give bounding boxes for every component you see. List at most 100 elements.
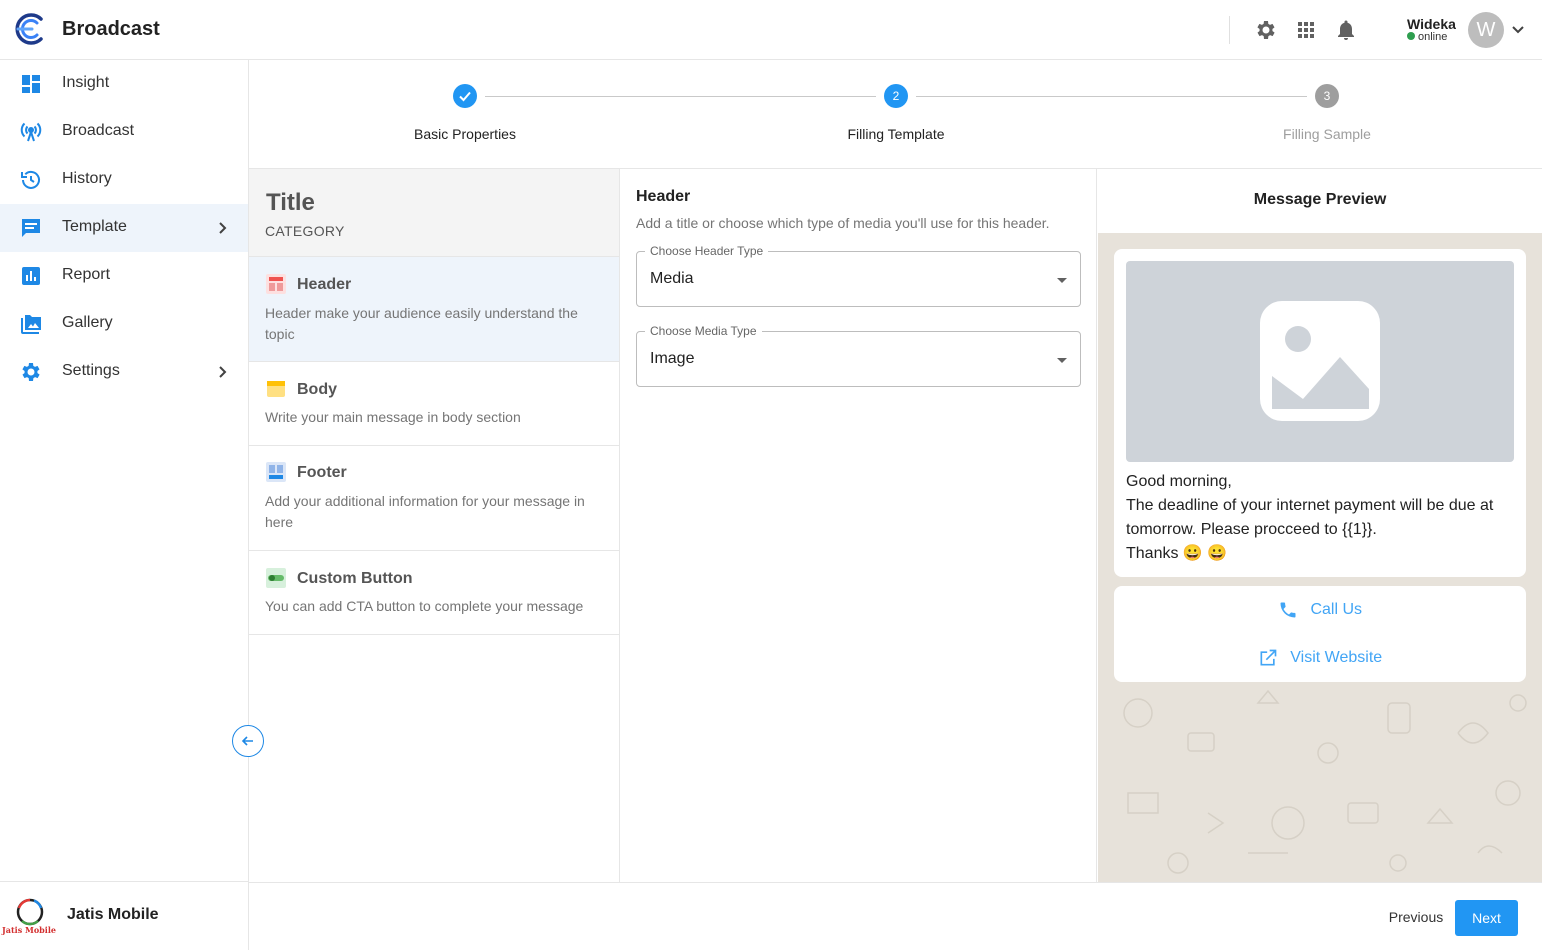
preview-header: Message Preview	[1098, 169, 1542, 233]
form-description: Add a title or choose which type of medi…	[636, 215, 1050, 231]
sidebar-item-gallery[interactable]: Gallery	[0, 300, 248, 348]
message-bubble: Good morning, The deadline of your inter…	[1114, 249, 1526, 577]
step-2-circle: 2	[884, 84, 908, 108]
sidebar-item-broadcast[interactable]: Broadcast	[0, 108, 248, 156]
sidebar-item-label: Settings	[62, 362, 120, 379]
message-line: The deadline of your internet payment wi…	[1126, 497, 1494, 538]
header-type-select[interactable]: Choose Header Type Media	[636, 244, 1081, 307]
header-layout-icon	[266, 274, 286, 294]
step-connector	[916, 96, 1307, 97]
sidebar-item-label: Gallery	[62, 314, 113, 331]
chevron-down-icon[interactable]	[1510, 21, 1526, 37]
avatar[interactable]: W	[1468, 12, 1504, 48]
step-2-label: Filling Template	[847, 126, 945, 142]
media-type-select[interactable]: Choose Media Type Image	[636, 324, 1081, 387]
sidebar: Insight Broadcast History Template Repor…	[0, 60, 249, 950]
company-name: Jatis Mobile	[67, 906, 159, 923]
category-title: Title	[266, 189, 315, 216]
form-title: Header	[636, 188, 691, 205]
message-text: Good morning, The deadline of your inter…	[1126, 470, 1514, 566]
call-us-label: Call Us	[1310, 601, 1362, 618]
dropdown-arrow-icon	[1057, 278, 1067, 283]
body-note-icon	[267, 381, 285, 397]
top-bar: Broadcast Wideka online W	[0, 0, 1542, 60]
header-type-value: Media	[650, 270, 694, 287]
category-name: Custom Button	[297, 570, 413, 587]
form-panel: Header Add a title or choose which type …	[620, 169, 1097, 882]
category-item-body[interactable]: Body Write your main message in body sec…	[249, 362, 619, 446]
category-name: Body	[297, 381, 337, 398]
category-description: Write your main message in body section	[265, 409, 521, 425]
sidebar-item-label: History	[62, 170, 112, 187]
chevron-right-icon	[219, 366, 227, 378]
top-divider	[1229, 16, 1230, 44]
online-status-dot	[1407, 32, 1415, 40]
dashboard-icon	[22, 75, 40, 93]
jatis-logo-text: Jatis Mobile	[2, 925, 56, 935]
preview-title: Message Preview	[1253, 191, 1387, 208]
media-type-label: Choose Media Type	[645, 324, 762, 338]
category-description: Add your additional information for your…	[265, 493, 585, 530]
step-3-circle: 3	[1315, 84, 1339, 108]
category-item-footer[interactable]: Footer Add your additional information f…	[249, 446, 619, 551]
toggle-button-icon	[266, 568, 286, 588]
category-name: Header	[297, 276, 352, 293]
collapse-sidebar-button[interactable]	[232, 725, 264, 757]
check-icon	[459, 91, 471, 102]
sidebar-item-settings[interactable]: Settings	[0, 348, 248, 396]
header-type-label: Choose Header Type	[645, 244, 769, 258]
report-icon	[22, 267, 40, 285]
image-icon	[1260, 301, 1380, 421]
message-line: Good morning,	[1126, 473, 1232, 490]
user-status: online	[1407, 31, 1447, 43]
media-type-value: Image	[650, 350, 695, 367]
category-description: Header make your audience easily underst…	[265, 305, 578, 342]
external-link-icon	[1260, 649, 1277, 666]
step-1-label: Basic Properties	[414, 126, 516, 142]
step-1-circle	[453, 84, 477, 108]
message-line: Thanks 😀 😀	[1126, 545, 1228, 562]
bottom-action-bar: Previous Next	[249, 882, 1542, 950]
template-icon	[22, 219, 40, 237]
image-placeholder	[1126, 261, 1514, 462]
sidebar-footer: Jatis Mobile Jatis Mobile	[0, 881, 248, 950]
step-3-label: Filling Sample	[1283, 126, 1371, 142]
category-header: Title CATEGORY	[249, 169, 619, 257]
chevron-right-icon	[219, 222, 227, 234]
apps-grid-icon[interactable]	[1294, 18, 1318, 42]
sidebar-item-insight[interactable]: Insight	[0, 60, 248, 108]
previous-button[interactable]: Previous	[1371, 901, 1461, 933]
user-name: Wideka	[1407, 16, 1456, 32]
gear-icon[interactable]	[1254, 18, 1278, 42]
cta-buttons-card: Call Us Visit Website	[1114, 586, 1526, 682]
sidebar-item-template[interactable]: Template	[0, 204, 248, 252]
footer-layout-icon	[266, 462, 286, 482]
arrow-left-icon	[241, 736, 253, 746]
step-connector	[485, 96, 876, 97]
phone-icon	[1280, 602, 1296, 618]
bell-icon[interactable]	[1334, 18, 1358, 42]
next-button[interactable]: Next	[1455, 900, 1518, 936]
broadcast-icon	[20, 122, 42, 142]
category-item-header[interactable]: Header Header make your audience easily …	[249, 257, 619, 362]
call-us-button[interactable]: Call Us	[1114, 586, 1526, 634]
broadcast-logo-icon	[15, 13, 43, 45]
sidebar-item-label: Template	[62, 218, 127, 235]
chat-background: Good morning, The deadline of your inter…	[1098, 233, 1542, 882]
category-subtitle: CATEGORY	[265, 223, 345, 239]
visit-website-label: Visit Website	[1290, 649, 1383, 666]
preview-panel: Message Preview Good morning, The deadli…	[1098, 169, 1542, 882]
gallery-icon	[21, 315, 41, 334]
visit-website-button[interactable]: Visit Website	[1114, 634, 1526, 682]
sidebar-item-label: Broadcast	[62, 122, 135, 139]
sidebar-item-history[interactable]: History	[0, 156, 248, 204]
history-icon	[21, 170, 40, 189]
settings-icon	[22, 363, 40, 381]
sidebar-item-label: Report	[62, 266, 111, 283]
app-title: Broadcast	[62, 18, 160, 40]
sidebar-item-report[interactable]: Report	[0, 252, 248, 300]
category-panel: Title CATEGORY Header Header make your a…	[249, 169, 620, 882]
category-name: Footer	[297, 464, 347, 481]
stepper: 2 3 Basic Properties Filling Template Fi…	[249, 60, 1542, 169]
category-item-custom-button[interactable]: Custom Button You can add CTA button to …	[249, 551, 619, 635]
